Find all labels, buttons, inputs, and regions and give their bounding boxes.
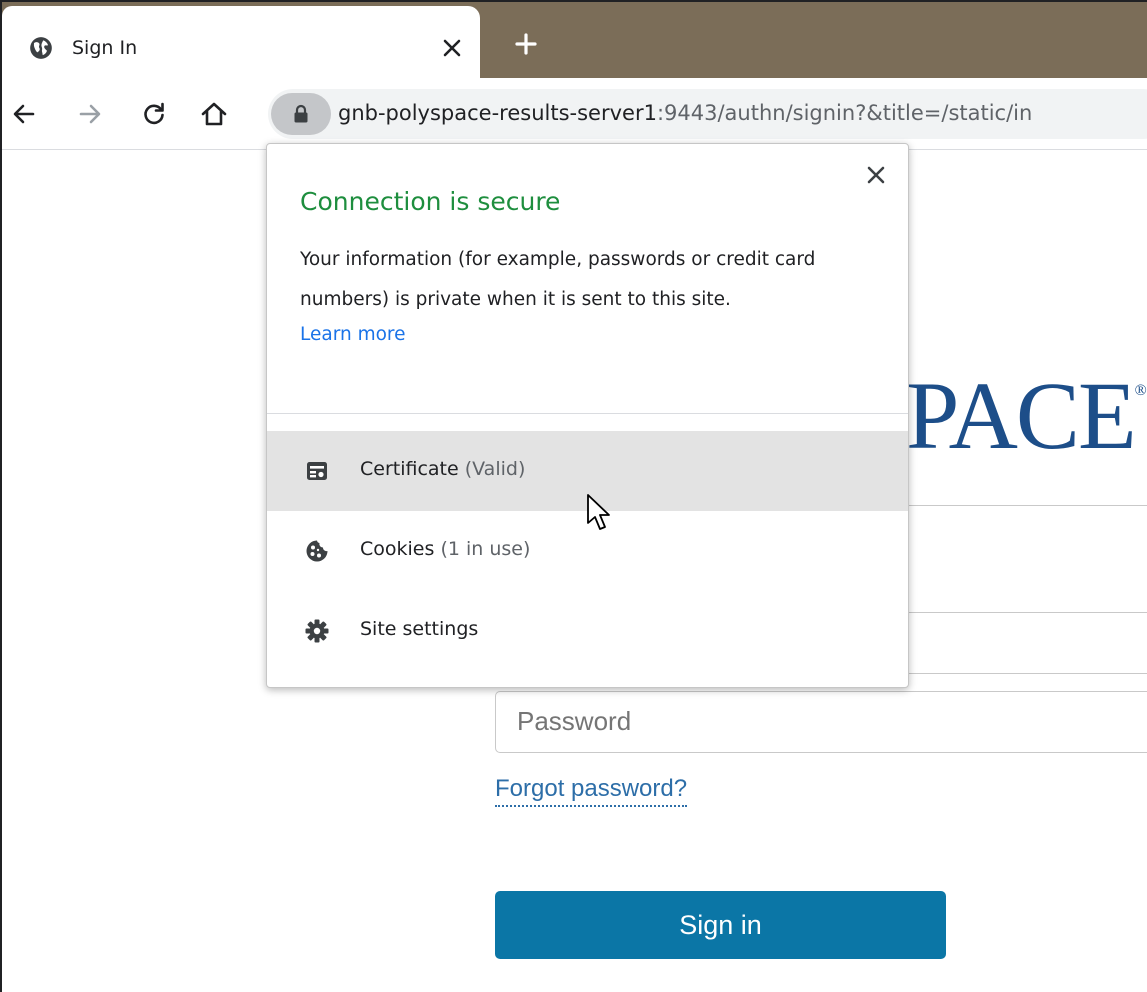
site-settings-row[interactable]: Site settings [267,591,908,671]
polyspace-logo: PACE® [906,360,1147,471]
home-icon [201,102,227,126]
tab-close-button[interactable] [438,34,466,62]
url-host: gnb-polyspace-results-server1 [338,101,657,125]
back-button[interactable] [8,98,40,130]
arrow-right-icon [79,104,101,124]
cookie-icon [306,540,328,562]
url-path: :9443/authn/signin?&title=/static/in [656,101,1033,125]
connection-status-title: Connection is secure [300,187,561,216]
cookies-title: Cookies [360,538,435,560]
lock-icon [294,104,308,123]
reload-icon [144,102,164,125]
browser-toolbar: gnb-polyspace-results-server1:9443/authn… [0,78,1147,150]
plus-icon [515,33,537,55]
site-info-popup: Connection is secure Your information (f… [266,143,909,688]
sign-in-button[interactable]: Sign in [495,891,946,959]
forgot-password-link[interactable]: Forgot password? [495,775,688,807]
popup-close-button[interactable] [861,160,891,190]
logo-registered-mark: ® [1134,382,1147,399]
mouse-cursor-icon [587,494,610,530]
tab-title: Sign In [72,37,138,59]
gear-icon [305,619,329,643]
address-bar[interactable]: gnb-polyspace-results-server1:9443/authn… [268,89,1147,139]
new-tab-button[interactable] [508,26,544,62]
logo-divider [906,505,1147,506]
certificate-title: Certificate [360,458,459,480]
password-input[interactable] [496,692,1096,750]
forward-button[interactable] [74,98,106,130]
password-field[interactable] [495,691,1147,753]
close-icon [443,39,461,57]
window-border-left [0,0,2,992]
cookies-count: (1 in use) [440,538,531,560]
globe-icon [30,37,52,59]
certificate-icon [307,462,327,480]
cookies-label: Cookies (1 in use) [360,538,530,560]
site-settings-label: Site settings [360,618,479,640]
tab-strip: Sign In [0,0,1147,78]
home-button[interactable] [198,98,230,130]
url-text[interactable]: gnb-polyspace-results-server1:9443/authn… [338,101,1032,125]
site-info-button[interactable] [271,93,331,135]
tab-sign-in[interactable]: Sign In [2,6,480,78]
logo-text: PACE [906,362,1137,469]
learn-more-link[interactable]: Learn more [300,324,406,345]
connection-description: Your information (for example, passwords… [300,249,816,310]
certificate-label: Certificate (Valid) [360,458,525,480]
popup-divider [267,413,908,414]
window-border-top [0,0,1147,2]
close-icon [867,166,885,184]
certificate-status: (Valid) [464,458,526,480]
reload-button[interactable] [138,98,170,130]
arrow-left-icon [13,104,35,124]
